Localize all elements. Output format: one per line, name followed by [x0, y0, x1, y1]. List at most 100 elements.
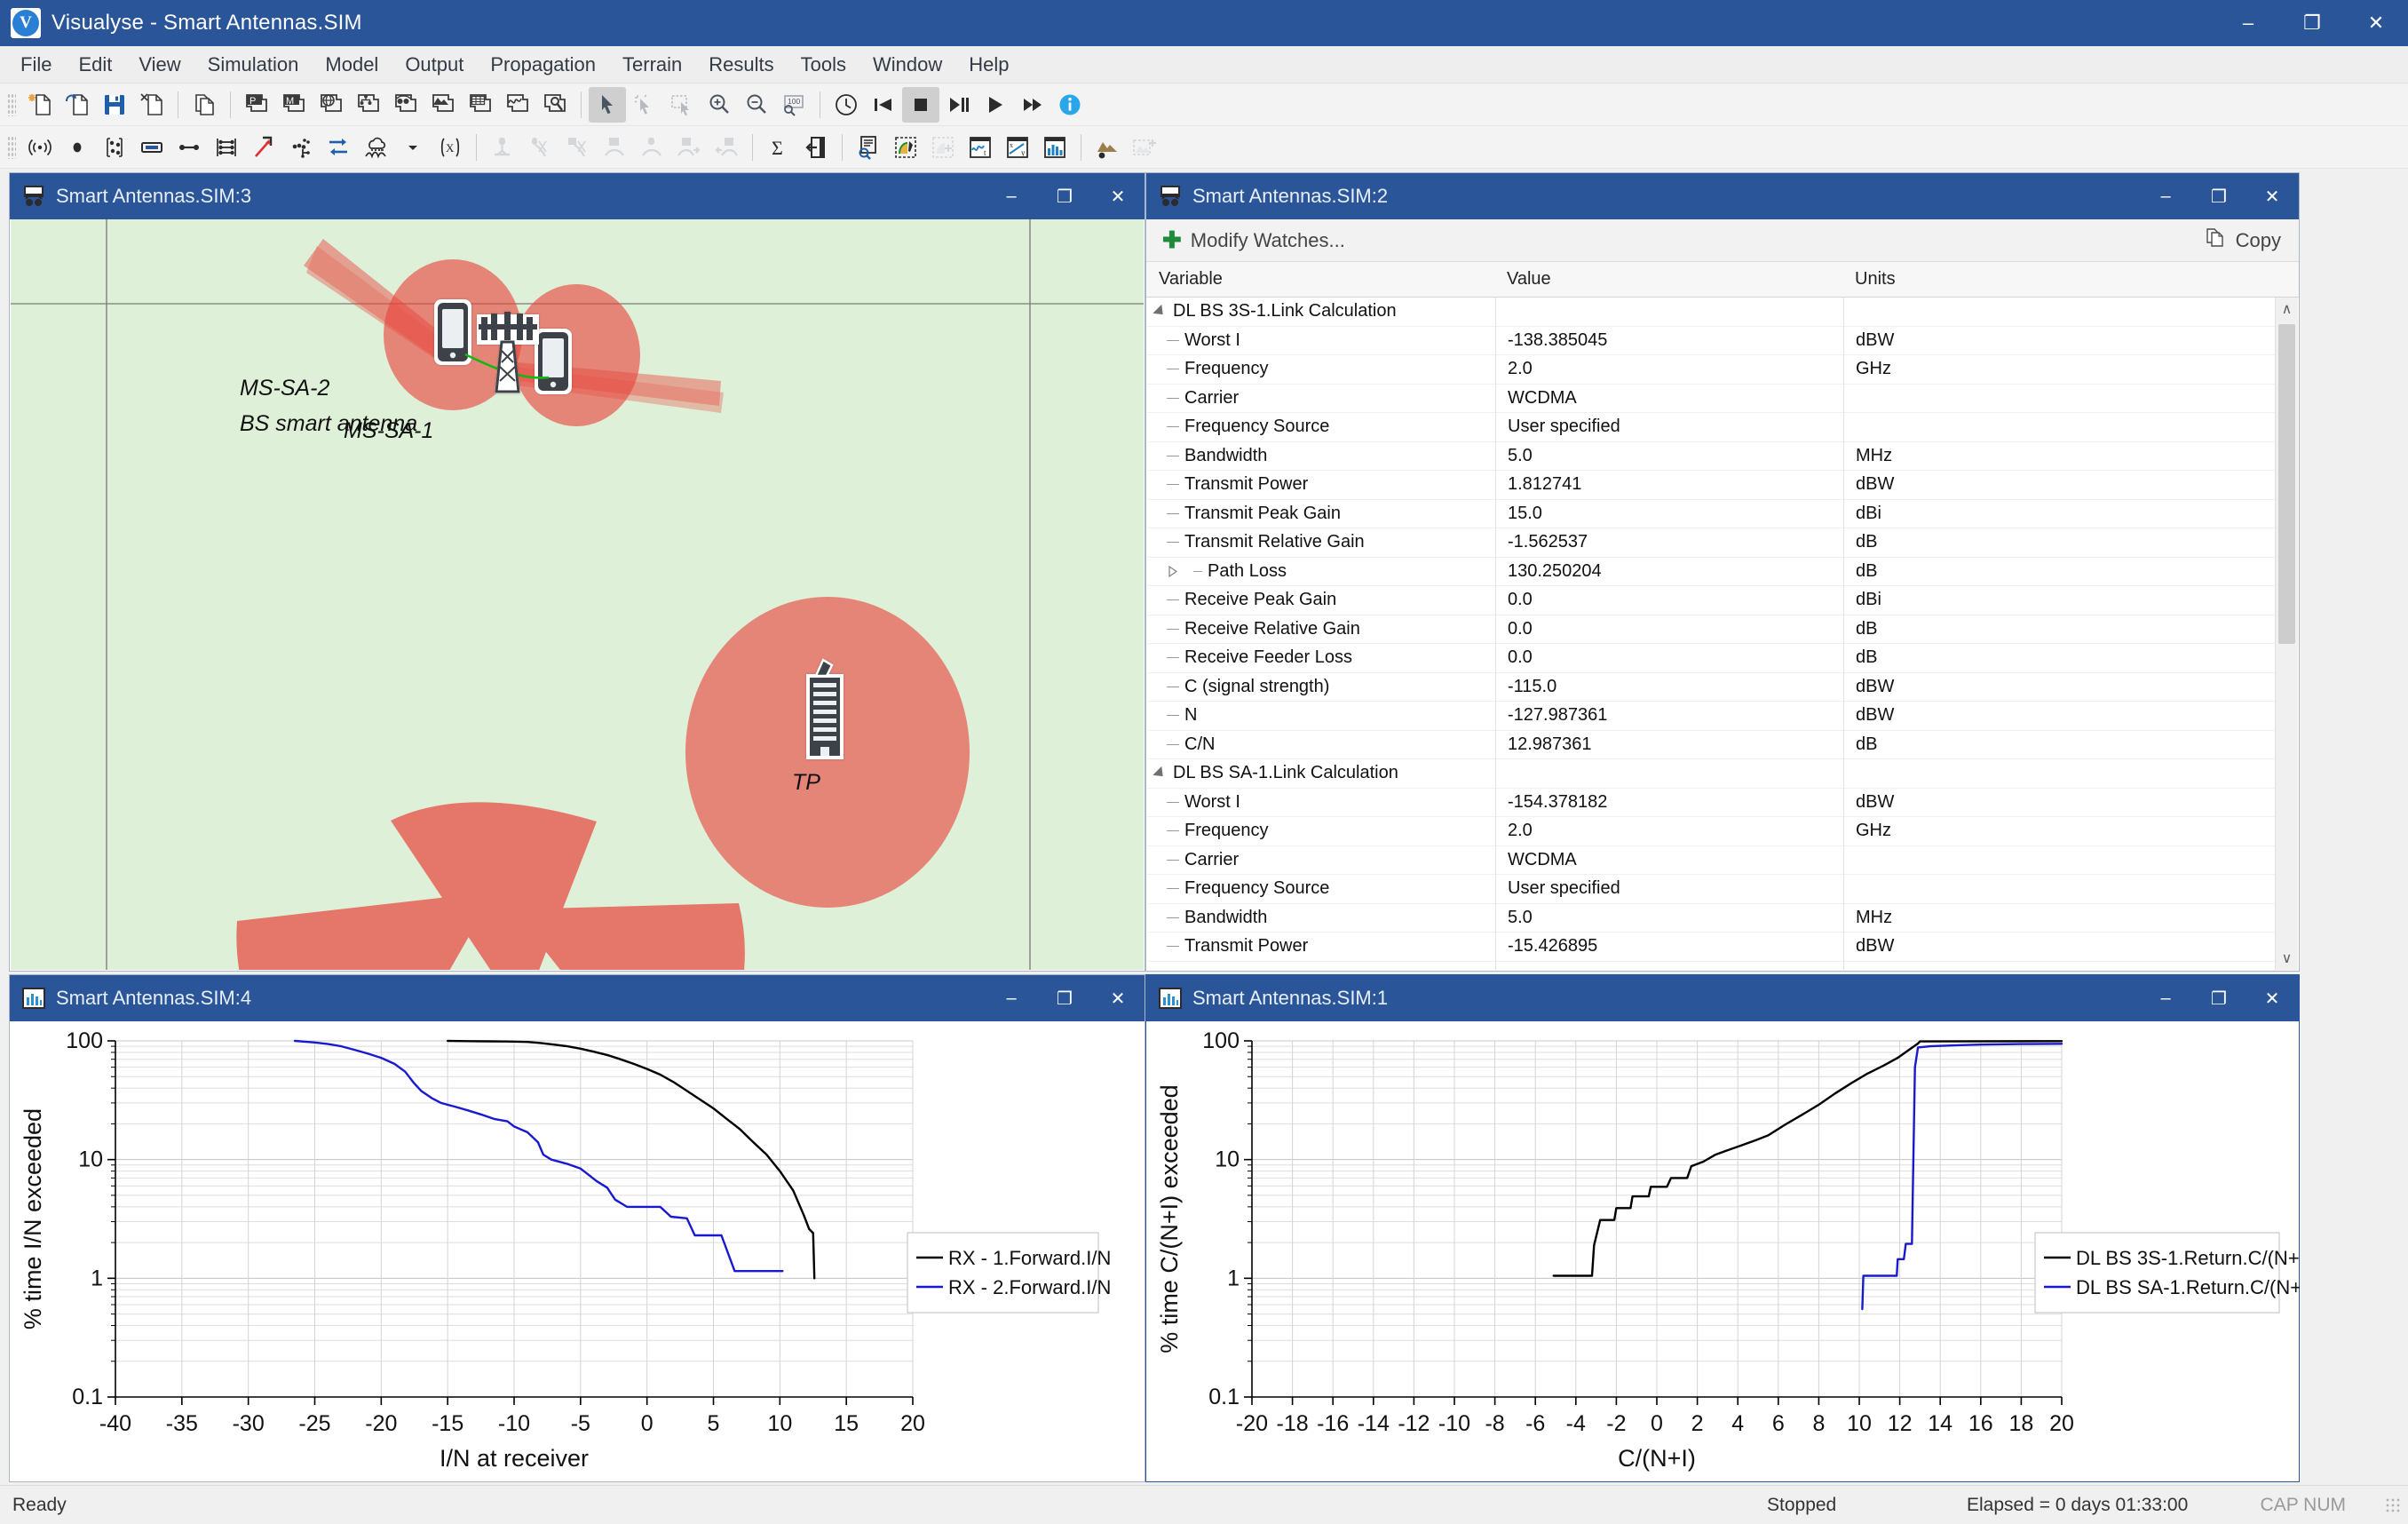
open-file-icon[interactable] — [59, 87, 96, 123]
define-path-forward-icon[interactable] — [670, 130, 708, 165]
plot-cni-canvas[interactable]: 0.1 1 10 100 -20 -18 -16 -14 -12 -10 -8 -6 -4 -2 0 2 4 6 8… — [1147, 1021, 2300, 1480]
watch-row[interactable]: Frequency 2.0 GHz — [1147, 355, 2275, 385]
new-model-icon[interactable]: M — [275, 87, 313, 123]
define-path-return-icon[interactable] — [708, 130, 745, 165]
edit-colours-icon[interactable] — [887, 130, 924, 165]
menu-window[interactable]: Window — [859, 46, 955, 83]
map-canvas[interactable]: MS-SA-2 BS smart antenna MS-SA-1 TP BS 3… — [11, 219, 1144, 970]
new-link-icon[interactable] — [170, 130, 208, 165]
add-colours-icon[interactable] — [924, 130, 962, 165]
new-watch-view-icon[interactable] — [387, 87, 424, 123]
watch-row[interactable]: Frequency 2.0 GHz — [1147, 817, 2275, 846]
watch-row[interactable]: Transmit Peak Gain 15.0 dBi — [1147, 500, 2275, 528]
watch-row[interactable]: Worst I -138.385045 dBW — [1147, 327, 2275, 355]
modify-watches-button[interactable]: ✚ Modify Watches... — [1162, 226, 1345, 254]
plot-in-maximize-button[interactable]: ❐ — [1038, 975, 1091, 1021]
select-area-icon[interactable] — [663, 87, 701, 123]
watch-maximize-button[interactable]: ❐ — [2192, 173, 2246, 219]
new-plot-view-icon[interactable] — [499, 87, 536, 123]
play-icon[interactable] — [977, 87, 1014, 123]
watch-minimize-button[interactable]: – — [2139, 173, 2192, 219]
plot-in-close-button[interactable]: ✕ — [1091, 975, 1145, 1021]
watch-row[interactable]: C (signal strength) -115.0 dBW — [1147, 673, 2275, 702]
plot-in-minimize-button[interactable]: – — [985, 975, 1038, 1021]
plot-in-titlebar[interactable]: Smart Antennas.SIM:4 – ❐ ✕ — [10, 975, 1145, 1021]
watch-row[interactable]: Receive Peak Gain 0.0 dBi — [1147, 586, 2275, 615]
new-terrain-view-icon[interactable] — [424, 87, 462, 123]
define-link-icon[interactable] — [521, 130, 558, 165]
new-file-icon[interactable] — [21, 87, 59, 123]
rewind-to-start-icon[interactable] — [865, 87, 902, 123]
close-button[interactable]: ✕ — [2344, 0, 2408, 46]
new-globe-view-icon[interactable] — [313, 87, 350, 123]
menu-results[interactable]: Results — [695, 46, 787, 83]
scroll-down-button[interactable]: ∨ — [2276, 947, 2298, 970]
watch-row[interactable]: Bandwidth 5.0 MHz — [1147, 442, 2275, 471]
new-traffic-icon[interactable] — [282, 130, 320, 165]
menu-model[interactable]: Model — [312, 46, 392, 83]
watch-row[interactable]: Receive Relative Gain 0.0 dB — [1147, 615, 2275, 644]
close-file-icon[interactable] — [133, 87, 170, 123]
new-link-group-icon[interactable] — [208, 130, 245, 165]
save-icon[interactable] — [96, 87, 133, 123]
watch-row[interactable]: Transmit Relative Gain -1.562537 dB — [1147, 528, 2275, 558]
resize-grip-icon[interactable] — [2385, 1496, 2401, 1513]
select-item-icon[interactable] — [626, 87, 663, 123]
stop-icon[interactable] — [902, 86, 939, 123]
new-point-icon[interactable] — [59, 130, 96, 165]
watch-row[interactable]: Frequency Source User specified — [1147, 413, 2275, 442]
watch-row[interactable]: DL BS 3S-1.Link Calculation — [1147, 298, 2275, 327]
watch-close-button[interactable]: ✕ — [2246, 173, 2299, 219]
sigma-icon[interactable]: Σ — [760, 130, 797, 165]
time-icon[interactable] — [828, 87, 865, 123]
menu-terrain[interactable]: Terrain — [609, 46, 695, 83]
menu-edit[interactable]: Edit — [65, 46, 125, 83]
toolbar-grip-icon[interactable] — [7, 135, 16, 159]
collapsed-triangle-icon[interactable] — [1168, 565, 1193, 577]
map-minimize-button[interactable]: – — [985, 173, 1038, 219]
fast-forward-icon[interactable] — [1014, 87, 1051, 123]
define-terrain-point-icon[interactable] — [633, 130, 670, 165]
zoom-100-icon[interactable]: 100 — [775, 87, 812, 123]
watch-row[interactable]: N -127.987361 dBW — [1147, 702, 2275, 731]
maximize-button[interactable]: ❐ — [2280, 0, 2344, 46]
new-propagation-icon[interactable]: P — [238, 87, 275, 123]
dropdown-arrow-icon[interactable] — [394, 130, 432, 165]
menu-tools[interactable]: Tools — [788, 46, 859, 83]
copy-button[interactable]: Copy — [2204, 226, 2281, 255]
map-close-button[interactable]: ✕ — [1091, 173, 1145, 219]
plot-cni-maximize-button[interactable]: ❐ — [2192, 975, 2246, 1021]
watch-plot-icon[interactable]: t — [962, 130, 999, 165]
scroll-thumb[interactable] — [2278, 324, 2295, 644]
watch-row[interactable]: Carrier WCDMA — [1147, 846, 2275, 875]
menu-simulation[interactable]: Simulation — [194, 46, 313, 83]
watch-row[interactable]: DL BS SA-1.Link Calculation — [1147, 759, 2275, 789]
add-terrain-icon[interactable] — [1126, 130, 1163, 165]
watch-row[interactable]: Worst I -154.378182 dBW — [1147, 789, 2275, 817]
new-antenna-pointing-icon[interactable] — [245, 130, 282, 165]
column-header-value[interactable]: Value — [1494, 269, 1842, 290]
new-station-icon[interactable] — [21, 130, 59, 165]
column-header-variable[interactable]: Variable — [1146, 269, 1494, 290]
new-rectangle-icon[interactable] — [133, 130, 170, 165]
plot-cni-close-button[interactable]: ✕ — [2246, 975, 2299, 1021]
zoom-out-icon[interactable] — [738, 87, 775, 123]
menu-help[interactable]: Help — [955, 46, 1022, 83]
plot-cni-minimize-button[interactable]: – — [2139, 975, 2192, 1021]
expand-triangle-icon[interactable] — [1153, 304, 1168, 319]
map-window-titlebar[interactable]: Smart Antennas.SIM:3 – ❐ ✕ — [10, 173, 1145, 219]
watch-row[interactable]: Carrier WCDMA — [1147, 385, 2275, 413]
xy-plot-icon[interactable]: x y — [999, 130, 1036, 165]
watch-window-titlebar[interactable]: Smart Antennas.SIM:2 – ❐ ✕ — [1146, 173, 2299, 219]
select-pointer-icon[interactable] — [589, 86, 626, 123]
copy-icon[interactable] — [186, 87, 223, 123]
find-icon[interactable] — [850, 130, 887, 165]
define-station-icon[interactable] — [484, 130, 521, 165]
expand-triangle-icon[interactable] — [1153, 766, 1168, 781]
plot-cni-titlebar[interactable]: Smart Antennas.SIM:1 – ❐ ✕ — [1146, 975, 2299, 1021]
new-variable-icon[interactable]: X — [432, 130, 469, 165]
map-maximize-button[interactable]: ❐ — [1038, 173, 1091, 219]
watch-row[interactable]: Receive Feeder Loss 0.0 dB — [1147, 644, 2275, 673]
menu-output[interactable]: Output — [392, 46, 477, 83]
new-interference-path-icon[interactable] — [320, 130, 357, 165]
